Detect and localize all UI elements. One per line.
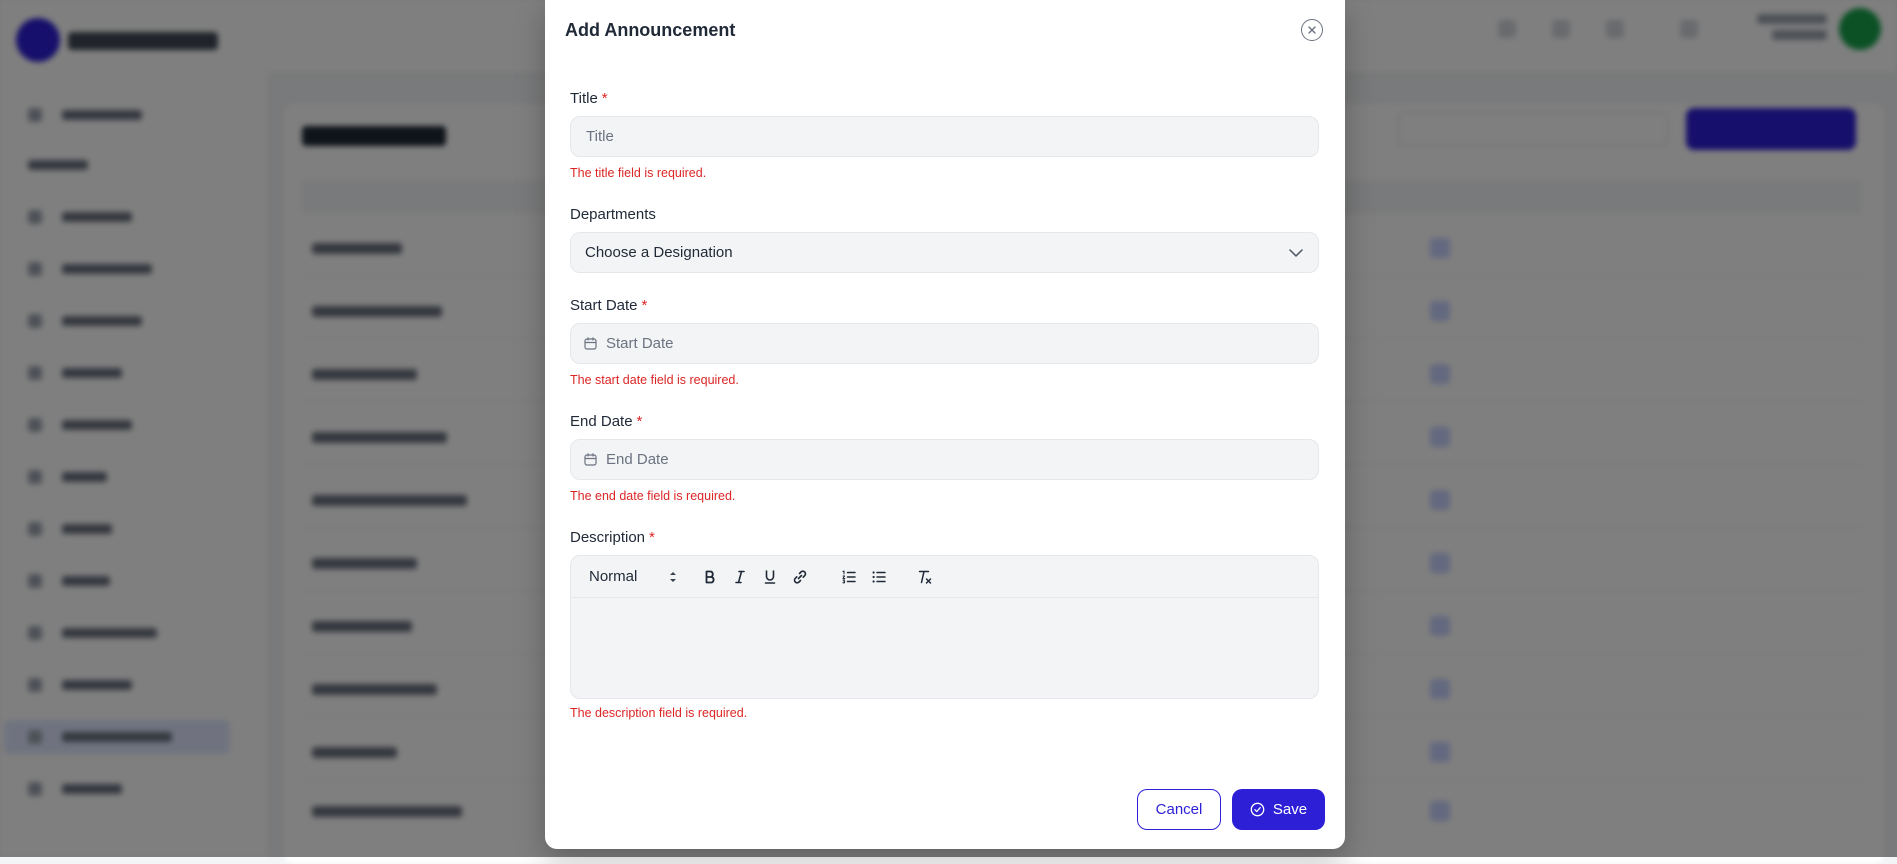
departments-select[interactable]: Choose a Designation <box>570 232 1319 273</box>
clear-format-button[interactable] <box>915 567 935 587</box>
underline-button[interactable] <box>760 567 780 587</box>
clear-format-icon <box>918 570 932 584</box>
description-editor: Normal <box>570 555 1319 699</box>
link-icon <box>793 570 807 584</box>
description-input[interactable] <box>571 598 1318 698</box>
ordered-list-icon <box>842 570 856 584</box>
required-mark: * <box>649 529 655 546</box>
save-button[interactable]: Save <box>1232 789 1325 830</box>
calendar-icon <box>584 453 597 466</box>
start-date-field-wrapper <box>570 323 1319 364</box>
end-date-input[interactable] <box>571 440 1318 479</box>
format-select-value: Normal <box>589 568 638 585</box>
bullet-list-button[interactable] <box>869 567 889 587</box>
close-icon <box>1308 26 1316 34</box>
required-mark: * <box>601 90 608 107</box>
departments-selected-value: Choose a Designation <box>585 244 733 261</box>
end-date-label: End Date * <box>570 413 643 430</box>
save-label: Save <box>1272 801 1308 818</box>
italic-icon <box>735 570 745 584</box>
sort-arrows-icon <box>670 572 676 582</box>
editor-toolbar: Normal <box>571 556 1318 598</box>
departments-label: Departments <box>570 206 656 223</box>
ordered-list-button[interactable] <box>839 567 859 587</box>
bold-button[interactable] <box>700 567 720 587</box>
start-date-error: The start date field is required. <box>570 373 739 387</box>
chevron-down-icon <box>1289 249 1303 257</box>
add-announcement-modal: Add Announcement Title* The title field … <box>545 0 1345 849</box>
title-field-wrapper <box>570 116 1319 157</box>
end-date-error: The end date field is required. <box>570 489 736 503</box>
cancel-button[interactable]: Cancel <box>1137 789 1221 830</box>
modal-title: Add Announcement <box>565 20 736 40</box>
format-select[interactable]: Normal <box>589 568 677 586</box>
bold-icon <box>705 570 715 584</box>
description-error: The description field is required. <box>570 706 748 720</box>
calendar-icon <box>584 337 597 350</box>
title-input[interactable] <box>571 117 1318 156</box>
close-button[interactable] <box>1301 19 1323 41</box>
end-date-field-wrapper <box>570 439 1319 480</box>
start-date-input[interactable] <box>571 324 1318 363</box>
required-mark: * <box>641 297 648 314</box>
title-label: Title * <box>570 90 608 107</box>
check-circle-icon <box>1250 802 1265 817</box>
start-date-label: Start Date * <box>570 297 648 314</box>
title-error: The title field is required. <box>570 166 707 180</box>
link-button[interactable] <box>790 567 810 587</box>
italic-button[interactable] <box>730 567 750 587</box>
required-mark: * <box>636 413 643 430</box>
bullet-list-icon <box>872 571 886 583</box>
underline-icon <box>764 570 776 584</box>
description-label: Description * <box>570 529 655 546</box>
